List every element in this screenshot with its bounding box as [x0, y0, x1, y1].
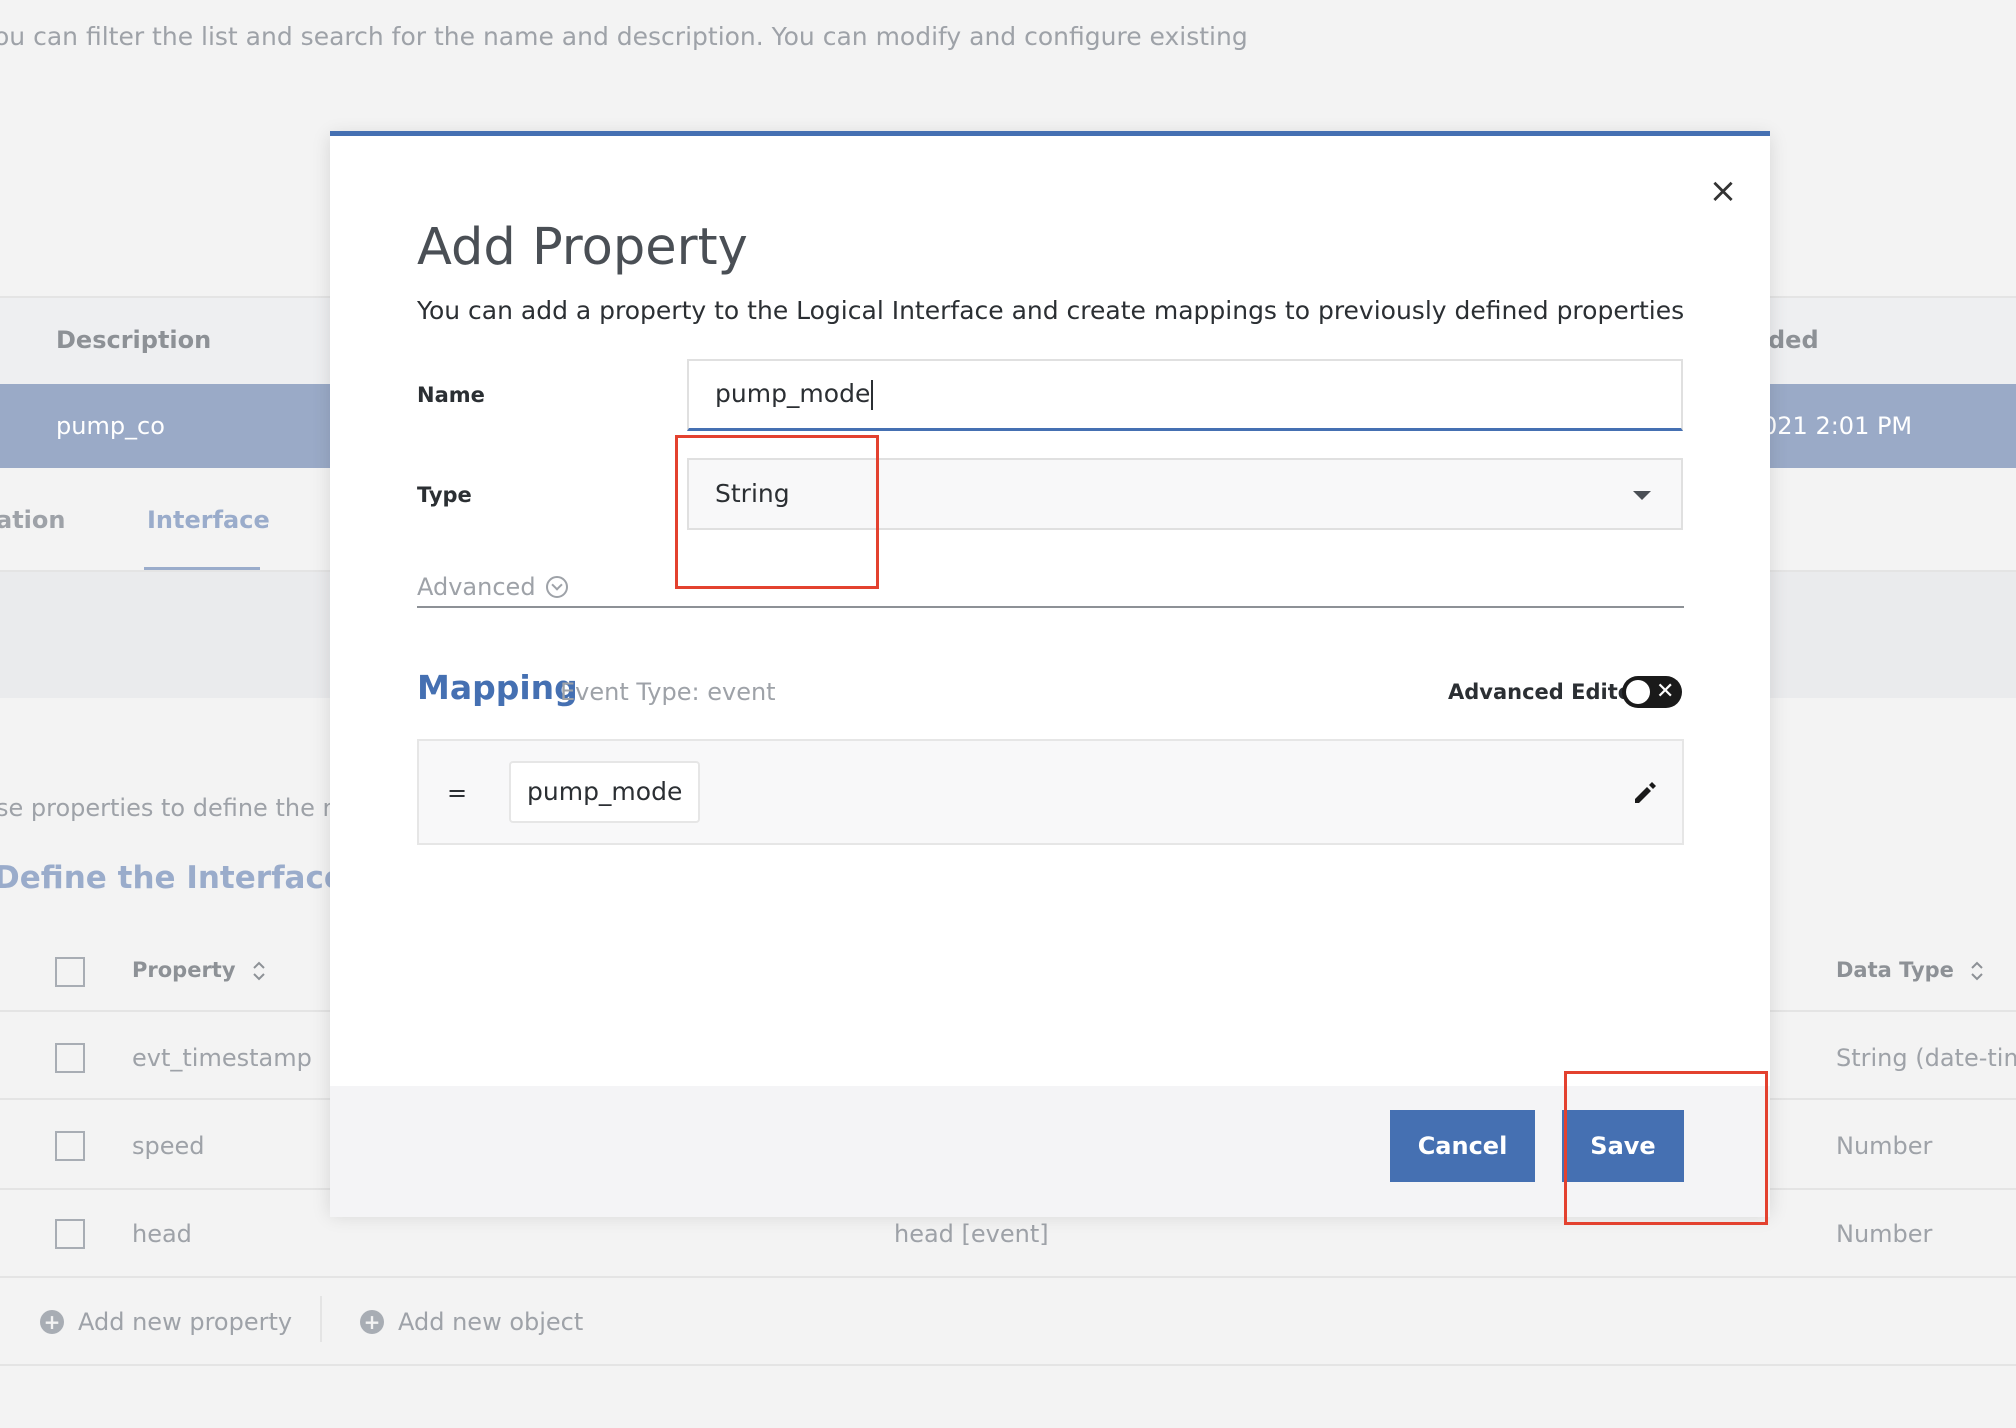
dialog-subtitle: You can add a property to the Logical In… — [417, 296, 1685, 325]
divider — [417, 606, 1684, 608]
close-icon: ✕ — [1656, 679, 1675, 704]
divider — [320, 1296, 322, 1342]
row-checkbox[interactable] — [55, 1219, 85, 1249]
add-new-property-link[interactable]: + Add new property — [40, 1308, 292, 1336]
type-label: Type — [417, 483, 472, 507]
chevron-down-circle-icon — [545, 576, 568, 598]
column-property-label: Property — [132, 958, 236, 982]
row-date: 021 2:01 PM — [1762, 412, 1913, 440]
advanced-editor-toggle[interactable]: ✕ — [1622, 676, 1682, 708]
name-input[interactable]: pump_mode — [687, 359, 1683, 431]
row-checkbox[interactable] — [55, 1131, 85, 1161]
column-added[interactable]: ded — [1768, 326, 1819, 354]
sort-icon[interactable] — [1969, 959, 1985, 983]
column-data-type[interactable]: Data Type — [1836, 958, 1985, 983]
sort-icon[interactable] — [251, 959, 267, 983]
property-data-type: String (date-tim — [1836, 1044, 2016, 1072]
highlight-box — [675, 435, 879, 589]
pencil-icon[interactable] — [1629, 777, 1661, 809]
help-text: se properties to define the ma — [0, 794, 361, 822]
name-input-value: pump_mode — [715, 379, 871, 408]
section-title: Define the Interface — [0, 860, 345, 896]
toggle-knob — [1626, 680, 1650, 704]
intro-text: ou can filter the list and search for th… — [0, 22, 1248, 51]
caret-down-icon — [1633, 491, 1651, 500]
divider — [0, 1364, 2016, 1366]
event-type-text: Event Type: event — [560, 678, 776, 706]
divider — [0, 1276, 2016, 1278]
column-data-type-label: Data Type — [1836, 958, 1954, 982]
property-name: evt_timestamp — [132, 1044, 312, 1072]
highlight-box — [1564, 1071, 1768, 1225]
row-checkbox[interactable] — [55, 1043, 85, 1073]
mapping-expression-chip[interactable]: pump_mode — [509, 761, 701, 823]
name-label: Name — [417, 383, 485, 407]
mapping-expression-box[interactable]: = pump_mode — [417, 739, 1684, 845]
advanced-editor-label: Advanced Editor — [1448, 680, 1643, 704]
select-all-checkbox[interactable] — [55, 957, 85, 987]
cancel-button[interactable]: Cancel — [1390, 1110, 1535, 1182]
property-data-type: Number — [1836, 1132, 1933, 1160]
add-property-dialog: × Add Property You can add a property to… — [330, 131, 1770, 1217]
plus-icon: + — [40, 1310, 64, 1334]
row-name: pump_co — [56, 412, 165, 440]
page: ou can filter the list and search for th… — [0, 0, 2016, 1428]
equals-sign: = — [447, 779, 468, 807]
add-new-object-link[interactable]: + Add new object — [360, 1308, 583, 1336]
tab-configuration[interactable]: ation — [0, 506, 65, 534]
close-icon[interactable]: × — [1708, 174, 1738, 208]
text-caret — [871, 380, 874, 410]
property-name: speed — [132, 1132, 205, 1160]
column-description[interactable]: Description — [56, 326, 211, 354]
mapping-title: Mapping — [417, 668, 578, 707]
dialog-footer — [330, 1086, 1770, 1217]
plus-icon: + — [360, 1310, 384, 1334]
column-property[interactable]: Property — [132, 958, 267, 983]
property-name: head — [132, 1220, 192, 1248]
property-mapping: head [event] — [894, 1220, 1049, 1248]
tab-interface[interactable]: Interface — [147, 506, 270, 534]
dialog-title: Add Property — [417, 218, 748, 277]
advanced-label: Advanced — [417, 573, 536, 601]
advanced-toggle[interactable]: Advanced — [417, 573, 568, 601]
add-new-object-label: Add new object — [398, 1308, 584, 1336]
property-data-type: Number — [1836, 1220, 1933, 1248]
add-new-property-label: Add new property — [78, 1308, 293, 1336]
